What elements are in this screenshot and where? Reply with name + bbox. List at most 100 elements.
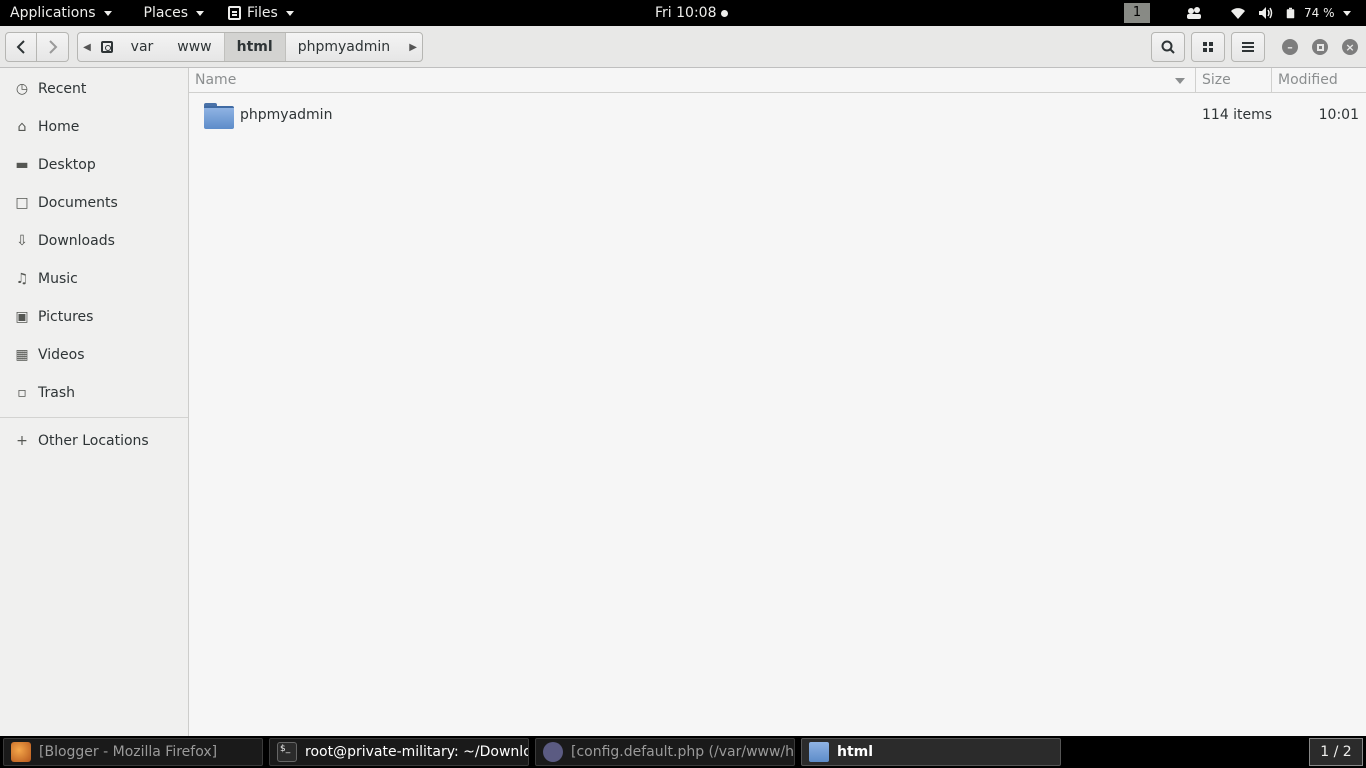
people-icon	[1187, 7, 1201, 19]
sidebar-item-label: Pictures	[38, 309, 94, 325]
places-menu[interactable]: Places	[122, 0, 215, 26]
battery-icon	[1286, 7, 1295, 19]
sort-descending-icon	[1175, 78, 1185, 84]
minimize-button[interactable]: –	[1282, 39, 1298, 55]
sidebar-item-label: Home	[38, 119, 80, 135]
terminal-icon: $_	[277, 742, 297, 762]
sidebar-item-other-locations[interactable]: + Other Locations	[0, 422, 188, 460]
breadcrumb-html[interactable]: html	[223, 33, 286, 61]
forward-button[interactable]	[37, 32, 69, 62]
sidebar-item-label: Other Locations	[38, 433, 149, 449]
sidebar-item-videos[interactable]: ▦ Videos	[0, 336, 188, 374]
search-button-wrap	[1151, 32, 1185, 62]
desktop-icon: ▬	[15, 157, 29, 173]
column-header-name[interactable]: Name	[195, 72, 236, 88]
download-icon: ⇩	[16, 233, 28, 249]
file-size: 114 items	[1202, 107, 1273, 123]
sidebar-item-label: Downloads	[38, 233, 115, 249]
close-button[interactable]: ×	[1342, 39, 1358, 55]
task-files-html[interactable]: html	[801, 738, 1061, 766]
drive-icon	[101, 41, 114, 53]
file-list-view: Name Size Modified phpmyadmin 114 items …	[189, 67, 1366, 736]
places-sidebar: ◷ Recent ⌂ Home ▬ Desktop □ Documents ⇩ …	[0, 68, 189, 736]
path-scroll-left-button[interactable]: ◀	[78, 33, 96, 61]
pictures-icon: ▣	[15, 309, 29, 325]
sidebar-item-label: Desktop	[38, 157, 96, 173]
task-firefox[interactable]: [Blogger - Mozilla Firefox]	[3, 738, 263, 766]
sidebar-item-label: Recent	[38, 81, 87, 97]
folder-icon	[809, 742, 829, 762]
maximize-button[interactable]	[1312, 39, 1328, 55]
navigation-buttons	[5, 32, 69, 62]
chevron-down-icon	[285, 10, 294, 16]
sidebar-item-label: Videos	[38, 347, 85, 363]
volume-icon	[1259, 7, 1273, 19]
sidebar-item-desktop[interactable]: ▬ Desktop	[0, 146, 188, 184]
applications-menu[interactable]: Applications	[0, 0, 122, 26]
file-modified: 10:01	[1318, 107, 1359, 123]
column-header-row: Name Size Modified	[189, 67, 1366, 93]
chevron-down-icon	[1342, 10, 1351, 16]
grid-icon	[1203, 42, 1213, 52]
breadcrumb-var[interactable]: var	[119, 33, 166, 61]
grid-view-button[interactable]	[1191, 32, 1225, 62]
video-icon: ▦	[15, 347, 29, 363]
task-label: [config.default.php (/var/www/ht...	[571, 744, 795, 760]
sidebar-item-home[interactable]: ⌂ Home	[0, 108, 188, 146]
battery-percent: 74 %	[1304, 6, 1335, 20]
close-icon: ×	[1345, 40, 1355, 54]
sidebar-item-label: Trash	[38, 385, 75, 401]
minimize-icon: –	[1287, 40, 1293, 54]
view-buttons	[1191, 32, 1265, 62]
chevron-right-icon	[48, 40, 57, 54]
window-list-taskbar: [Blogger - Mozilla Firefox] $_ root@priv…	[0, 736, 1366, 768]
task-terminal[interactable]: $_ root@private-military: ~/Downloa...	[269, 738, 529, 766]
clock[interactable]: Fri 10:08	[655, 0, 729, 26]
files-app-menu[interactable]: Files	[214, 0, 304, 26]
trash-icon: ▫	[17, 385, 27, 401]
music-icon: ♫	[15, 271, 29, 287]
menu-button[interactable]	[1231, 32, 1265, 62]
files-icon	[228, 6, 242, 20]
chevron-down-icon	[196, 10, 205, 16]
root-location-button[interactable]	[96, 33, 119, 61]
home-icon: ⌂	[17, 119, 27, 135]
text-editor-icon	[543, 742, 563, 762]
chevron-left-icon	[16, 40, 25, 54]
sidebar-item-recent[interactable]: ◷ Recent	[0, 70, 188, 108]
document-icon: □	[15, 195, 29, 211]
hamburger-menu-icon	[1242, 42, 1254, 52]
clock-icon: ◷	[15, 81, 29, 97]
task-label: html	[837, 744, 874, 760]
sidebar-item-label: Documents	[38, 195, 118, 211]
column-header-modified[interactable]: Modified	[1271, 67, 1338, 93]
task-label: [Blogger - Mozilla Firefox]	[39, 744, 218, 760]
header-bar: ◀ var www html phpmyadmin ▶ – ×	[0, 26, 1366, 68]
workspace-pager[interactable]: 1 / 2	[1309, 738, 1363, 766]
path-bar: ◀ var www html phpmyadmin ▶	[77, 32, 423, 62]
sidebar-item-documents[interactable]: □ Documents	[0, 184, 188, 222]
top-panel: Applications Places Files Fri 10:08 1 74…	[0, 0, 1366, 26]
sidebar-item-downloads[interactable]: ⇩ Downloads	[0, 222, 188, 260]
system-tray[interactable]: 74 %	[1186, 0, 1351, 26]
file-name: phpmyadmin	[240, 107, 333, 123]
folder-icon	[204, 103, 234, 129]
sidebar-item-trash[interactable]: ▫ Trash	[0, 374, 188, 412]
path-scroll-right-button[interactable]: ▶	[404, 33, 422, 61]
workspace-indicator[interactable]: 1	[1124, 3, 1150, 23]
clock-label: Fri 10:08	[655, 5, 717, 21]
sidebar-item-pictures[interactable]: ▣ Pictures	[0, 298, 188, 336]
back-button[interactable]	[5, 32, 37, 62]
breadcrumb-phpmyadmin[interactable]: phpmyadmin	[286, 33, 404, 61]
breadcrumb-www[interactable]: www	[165, 33, 223, 61]
task-label: root@private-military: ~/Downloa...	[305, 744, 529, 760]
applications-label: Applications	[10, 5, 96, 21]
sidebar-item-music[interactable]: ♫ Music	[0, 260, 188, 298]
sidebar-separator	[0, 417, 188, 418]
task-text-editor[interactable]: [config.default.php (/var/www/ht...	[535, 738, 795, 766]
column-header-size[interactable]: Size	[1195, 67, 1231, 93]
notification-dot-icon	[721, 9, 729, 17]
table-row[interactable]: phpmyadmin 114 items 10:01	[189, 93, 1366, 139]
chevron-down-icon	[103, 10, 112, 16]
search-button[interactable]	[1151, 32, 1185, 62]
